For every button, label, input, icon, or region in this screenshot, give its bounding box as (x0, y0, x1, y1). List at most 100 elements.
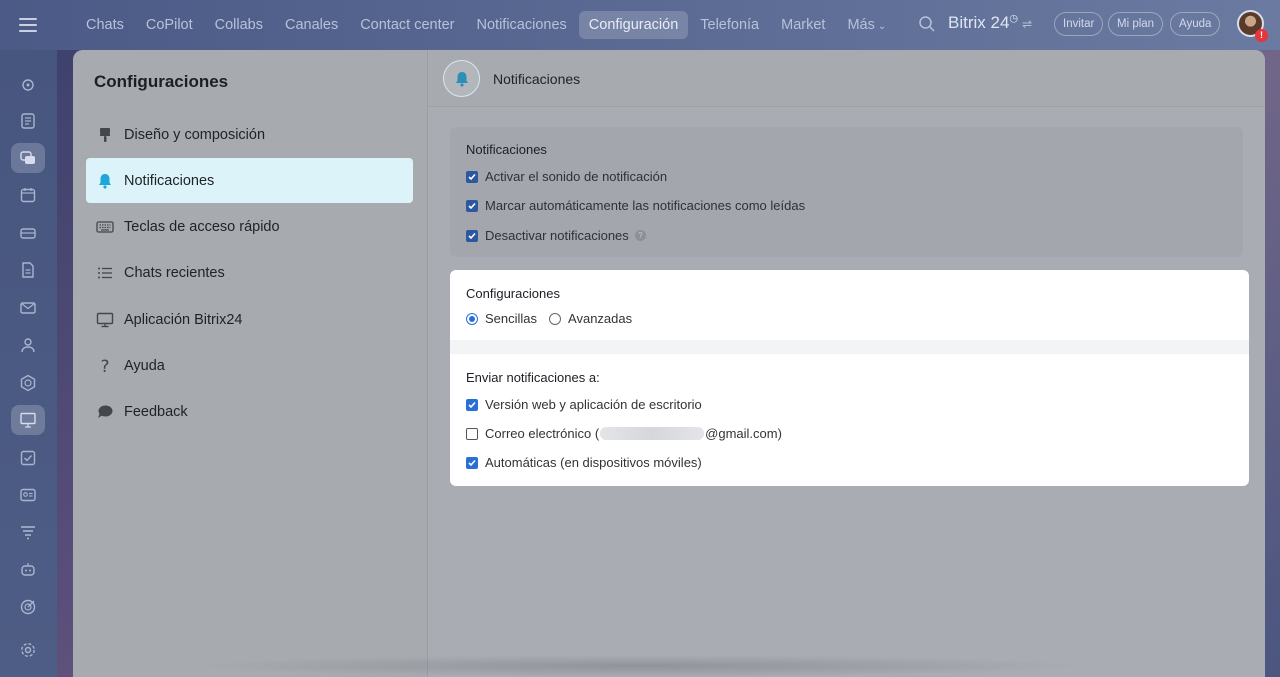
page-title: Notificaciones (493, 71, 581, 87)
sidebar-item-label: Ayuda (124, 357, 165, 374)
disable-label: Desactivar notificaciones (485, 228, 629, 243)
target-icon[interactable] (11, 592, 45, 622)
sidebar-item-label: Teclas de acceso rápido (124, 218, 280, 235)
chat-icon[interactable] (11, 143, 45, 173)
nav-configuracion[interactable]: Configuración (578, 11, 689, 39)
nav-telefonia[interactable]: Telefonía (690, 11, 769, 39)
sidebar-item-aplicacion[interactable]: Aplicación Bitrix24 (86, 297, 413, 342)
mobile-checkbox[interactable] (466, 456, 478, 469)
sidebar-item-label: Diseño y composición (124, 126, 266, 143)
sidebar-item-chats-recientes[interactable]: Chats recientes (86, 250, 413, 295)
email-prefix: Correo electrónico ( (485, 426, 600, 441)
sidebar-item-ayuda[interactable]: ? Ayuda (86, 343, 413, 388)
bell-icon (96, 172, 114, 190)
send-mobile-option[interactable]: Automáticas (en dispositivos móviles) (466, 455, 702, 470)
mode-simple-label[interactable]: Sencillas (485, 311, 537, 326)
option-sound[interactable]: Activar el sonido de notificación (466, 169, 667, 184)
mobile-label: Automáticas (en dispositivos móviles) (485, 455, 702, 470)
header-bell-icon (443, 60, 480, 97)
nav-collabs[interactable]: Collabs (205, 11, 273, 39)
brand-text: Bitrix 24 (948, 13, 1010, 32)
switch-icon[interactable]: ⇌ (1022, 17, 1032, 31)
copilot-icon[interactable] (11, 70, 45, 100)
document-icon[interactable] (11, 255, 45, 285)
bottom-shadow (190, 655, 1090, 677)
sidebar-item-teclas[interactable]: Teclas de acceso rápido (86, 204, 413, 249)
search-icon[interactable] (918, 15, 936, 33)
left-rail (0, 50, 57, 677)
crm-icon[interactable] (11, 480, 45, 510)
card-separator (450, 340, 1249, 354)
sidebar-item-diseno[interactable]: Diseño y composición (86, 112, 413, 157)
plan-button[interactable]: Mi plan (1108, 12, 1164, 36)
menu-icon[interactable] (16, 14, 40, 36)
hexagon-icon[interactable] (11, 368, 45, 398)
nav-canales[interactable]: Canales (275, 11, 348, 39)
disable-checkbox[interactable] (466, 229, 478, 242)
help-icon[interactable]: ? (634, 230, 646, 241)
svg-text:?: ? (100, 357, 109, 375)
notifications-card: Notificaciones Activar el sonido de noti… (450, 127, 1243, 257)
sidebar-item-label: Aplicación Bitrix24 (124, 311, 243, 328)
option-auto-read[interactable]: Marcar automáticamente las notificacione… (466, 198, 805, 213)
sidebar-item-label: Feedback (124, 403, 188, 420)
settings-mode-title: Configuraciones (466, 286, 560, 301)
contacts-icon[interactable] (11, 330, 45, 360)
sidebar-item-notificaciones[interactable]: Notificaciones (86, 158, 413, 203)
sound-label: Activar el sonido de notificación (485, 169, 668, 184)
settings-sidebar: Configuraciones Diseño y composición Not… (73, 50, 428, 677)
sidebar-item-label: Notificaciones (124, 172, 215, 189)
mode-options: Sencillas Avanzadas (466, 311, 632, 326)
clock-icon: ◷ (1009, 13, 1019, 25)
web-label: Versión web y aplicación de escritorio (485, 397, 702, 412)
avatar-alert-badge: ! (1255, 29, 1268, 42)
settings-mode-card: Configuraciones Sencillas Avanzadas (450, 270, 1249, 340)
sidebar-title: Configuraciones (94, 72, 229, 91)
mode-advanced-radio[interactable] (549, 312, 562, 325)
sidebar-item-feedback[interactable]: Feedback (86, 389, 413, 434)
monitor-icon (96, 311, 114, 329)
email-suffix: @gmail.com) (705, 426, 782, 441)
email-checkbox[interactable] (466, 427, 478, 440)
list-icon (96, 264, 114, 282)
sound-checkbox[interactable] (466, 170, 478, 183)
mode-simple-radio[interactable] (466, 312, 478, 325)
nav-chats[interactable]: Chats (76, 11, 134, 39)
send-notifications-card: Enviar notificaciones a: Versión web y a… (450, 354, 1249, 486)
nav-notificaciones[interactable]: Notificaciones (467, 11, 577, 39)
keyboard-icon (96, 218, 114, 236)
brush-icon (96, 126, 114, 144)
drive-icon[interactable] (11, 218, 45, 248)
settings-panel: Configuraciones Diseño y composición Not… (73, 50, 1265, 677)
mode-advanced-label[interactable]: Avanzadas (568, 311, 632, 326)
question-icon: ? (96, 357, 114, 375)
speech-bubble-icon (96, 403, 114, 421)
top-bar: Chats CoPilot Collabs Canales Contact ce… (0, 0, 1280, 50)
send-email-option[interactable]: Correo electrónico ( @gmail.com) (466, 426, 782, 441)
blurred-email (600, 427, 705, 440)
web-checkbox[interactable] (466, 398, 478, 411)
chevron-down-icon: ⌄ (877, 21, 887, 32)
help-button[interactable]: Ayuda (1170, 12, 1221, 36)
mail-icon[interactable] (11, 293, 45, 323)
notifications-card-title: Notificaciones (466, 142, 547, 157)
funnel-icon[interactable] (11, 517, 45, 547)
auto-read-checkbox[interactable] (466, 199, 478, 212)
calendar-icon[interactable] (11, 180, 45, 210)
send-card-title: Enviar notificaciones a: (466, 370, 600, 385)
nav-mas[interactable]: Más ⌄ (837, 11, 896, 39)
top-nav: Chats CoPilot Collabs Canales Contact ce… (76, 11, 896, 39)
presentation-icon[interactable] (11, 405, 45, 435)
robot-icon[interactable] (11, 554, 45, 584)
nav-market[interactable]: Market (771, 11, 835, 39)
send-web-option[interactable]: Versión web y aplicación de escritorio (466, 397, 702, 412)
brand-logo[interactable]: Bitrix 24◷ ⇌ (948, 13, 1032, 33)
option-disable[interactable]: Desactivar notificaciones ? (466, 228, 646, 243)
feed-icon[interactable] (11, 106, 45, 136)
tasks-icon[interactable] (11, 443, 45, 473)
invite-button[interactable]: Invitar (1054, 12, 1104, 36)
nav-copilot[interactable]: CoPilot (136, 11, 203, 39)
nav-contact-center[interactable]: Contact center (350, 11, 464, 39)
settings-icon[interactable] (11, 635, 45, 665)
sidebar-item-label: Chats recientes (124, 264, 225, 281)
